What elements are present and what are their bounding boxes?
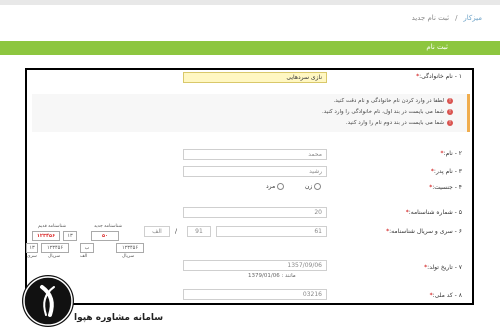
breadcrumb-separator: / xyxy=(455,14,458,22)
breadcrumb-current: ثبت نام جدید xyxy=(411,14,450,22)
section-header: ثبت نام xyxy=(0,41,500,55)
birth-hint: مانند : 1379/01/06 xyxy=(248,273,296,279)
alert-item: ! لطفا در وارد کردن نام خانوادگی و نام دق… xyxy=(333,98,453,104)
new-id-label: شناسنامه جدید xyxy=(94,224,123,229)
serial-input[interactable]: 61 xyxy=(216,226,327,237)
family-label: ۱ - نام خانوادگی:* xyxy=(416,73,462,80)
father-input[interactable]: رشید xyxy=(183,166,327,177)
top-strip xyxy=(0,0,500,5)
alert-item: ! شما می بایست در بند اول، نام خانوادگی ر… xyxy=(322,109,453,115)
father-label: ۳ - نام پدر:* xyxy=(430,168,462,175)
breadcrumb-home[interactable]: میزکار xyxy=(463,14,482,22)
old-id-red-number: ۱۲۳۴۵۶ xyxy=(32,231,60,241)
gender-male-radio[interactable]: مرد xyxy=(266,183,285,190)
idnum-label: ۵ - شماره شناسنامه:* xyxy=(405,209,462,216)
serial-slash: / xyxy=(175,228,178,235)
alert-item: ! شما می بایست در بند دوم نام را وارد کنی… xyxy=(345,120,453,126)
gender-label: ۴ - جنسیت:* xyxy=(429,184,462,191)
breadcrumb: میزکار / ثبت نام جدید xyxy=(412,14,482,22)
logo-text: سامانه مشاوره هپوا xyxy=(74,313,164,323)
birth-label: ۷ - تاریخ تولد:* xyxy=(424,264,462,271)
serial-part2-input[interactable]: 91 xyxy=(187,226,211,237)
sample-letter-text: الف xyxy=(80,254,88,259)
sample-small-box: ۱۳ xyxy=(26,243,38,253)
radio-label: زن xyxy=(305,183,313,190)
radio-circle[interactable] xyxy=(314,183,322,190)
birth-input[interactable]: 1357/09/06 xyxy=(183,260,327,271)
national-label: ۸ - کد ملی:* xyxy=(429,292,462,299)
idnum-input[interactable]: 20 xyxy=(183,207,327,218)
sample-letter-box: ب xyxy=(80,243,94,253)
sample-right-number: ۱۲۳۴۵۶ xyxy=(116,243,144,253)
old-id-small-code: ۱۳ xyxy=(63,231,77,241)
sample-middle-number: ۱۲۳۴۵۶ xyxy=(41,243,69,253)
radio-label: مرد xyxy=(266,183,276,190)
error-icon: ! xyxy=(447,109,453,115)
gender-female-radio[interactable]: زن xyxy=(305,183,322,190)
national-input[interactable]: 03216 xyxy=(183,289,327,300)
error-icon: ! xyxy=(447,120,453,126)
name-input[interactable]: محمد xyxy=(183,149,327,160)
logo-icon xyxy=(23,276,73,326)
validation-alerts: ! لطفا در وارد کردن نام خانوادگی و نام دق… xyxy=(32,94,470,132)
serial-label: ۶ - سری و سریال شناسنامه:* xyxy=(386,228,462,235)
family-input[interactable]: نازی سردهایی xyxy=(183,72,327,83)
section-title: ثبت نام xyxy=(426,43,448,51)
hepva-logo xyxy=(22,275,74,327)
sample-series-text: سری xyxy=(27,254,37,259)
new-id-red-number: ۵۰ xyxy=(91,231,119,241)
sample-serial-text: سریال xyxy=(48,254,61,259)
radio-circle[interactable] xyxy=(277,183,285,190)
name-label: ۲ - نام:* xyxy=(440,150,462,157)
error-icon: ! xyxy=(447,98,453,104)
old-id-label: شناسنامه قدیم xyxy=(38,224,67,229)
serial-part3-input[interactable]: الف xyxy=(144,226,170,237)
sample-serial-text-2: سریال xyxy=(122,254,135,259)
